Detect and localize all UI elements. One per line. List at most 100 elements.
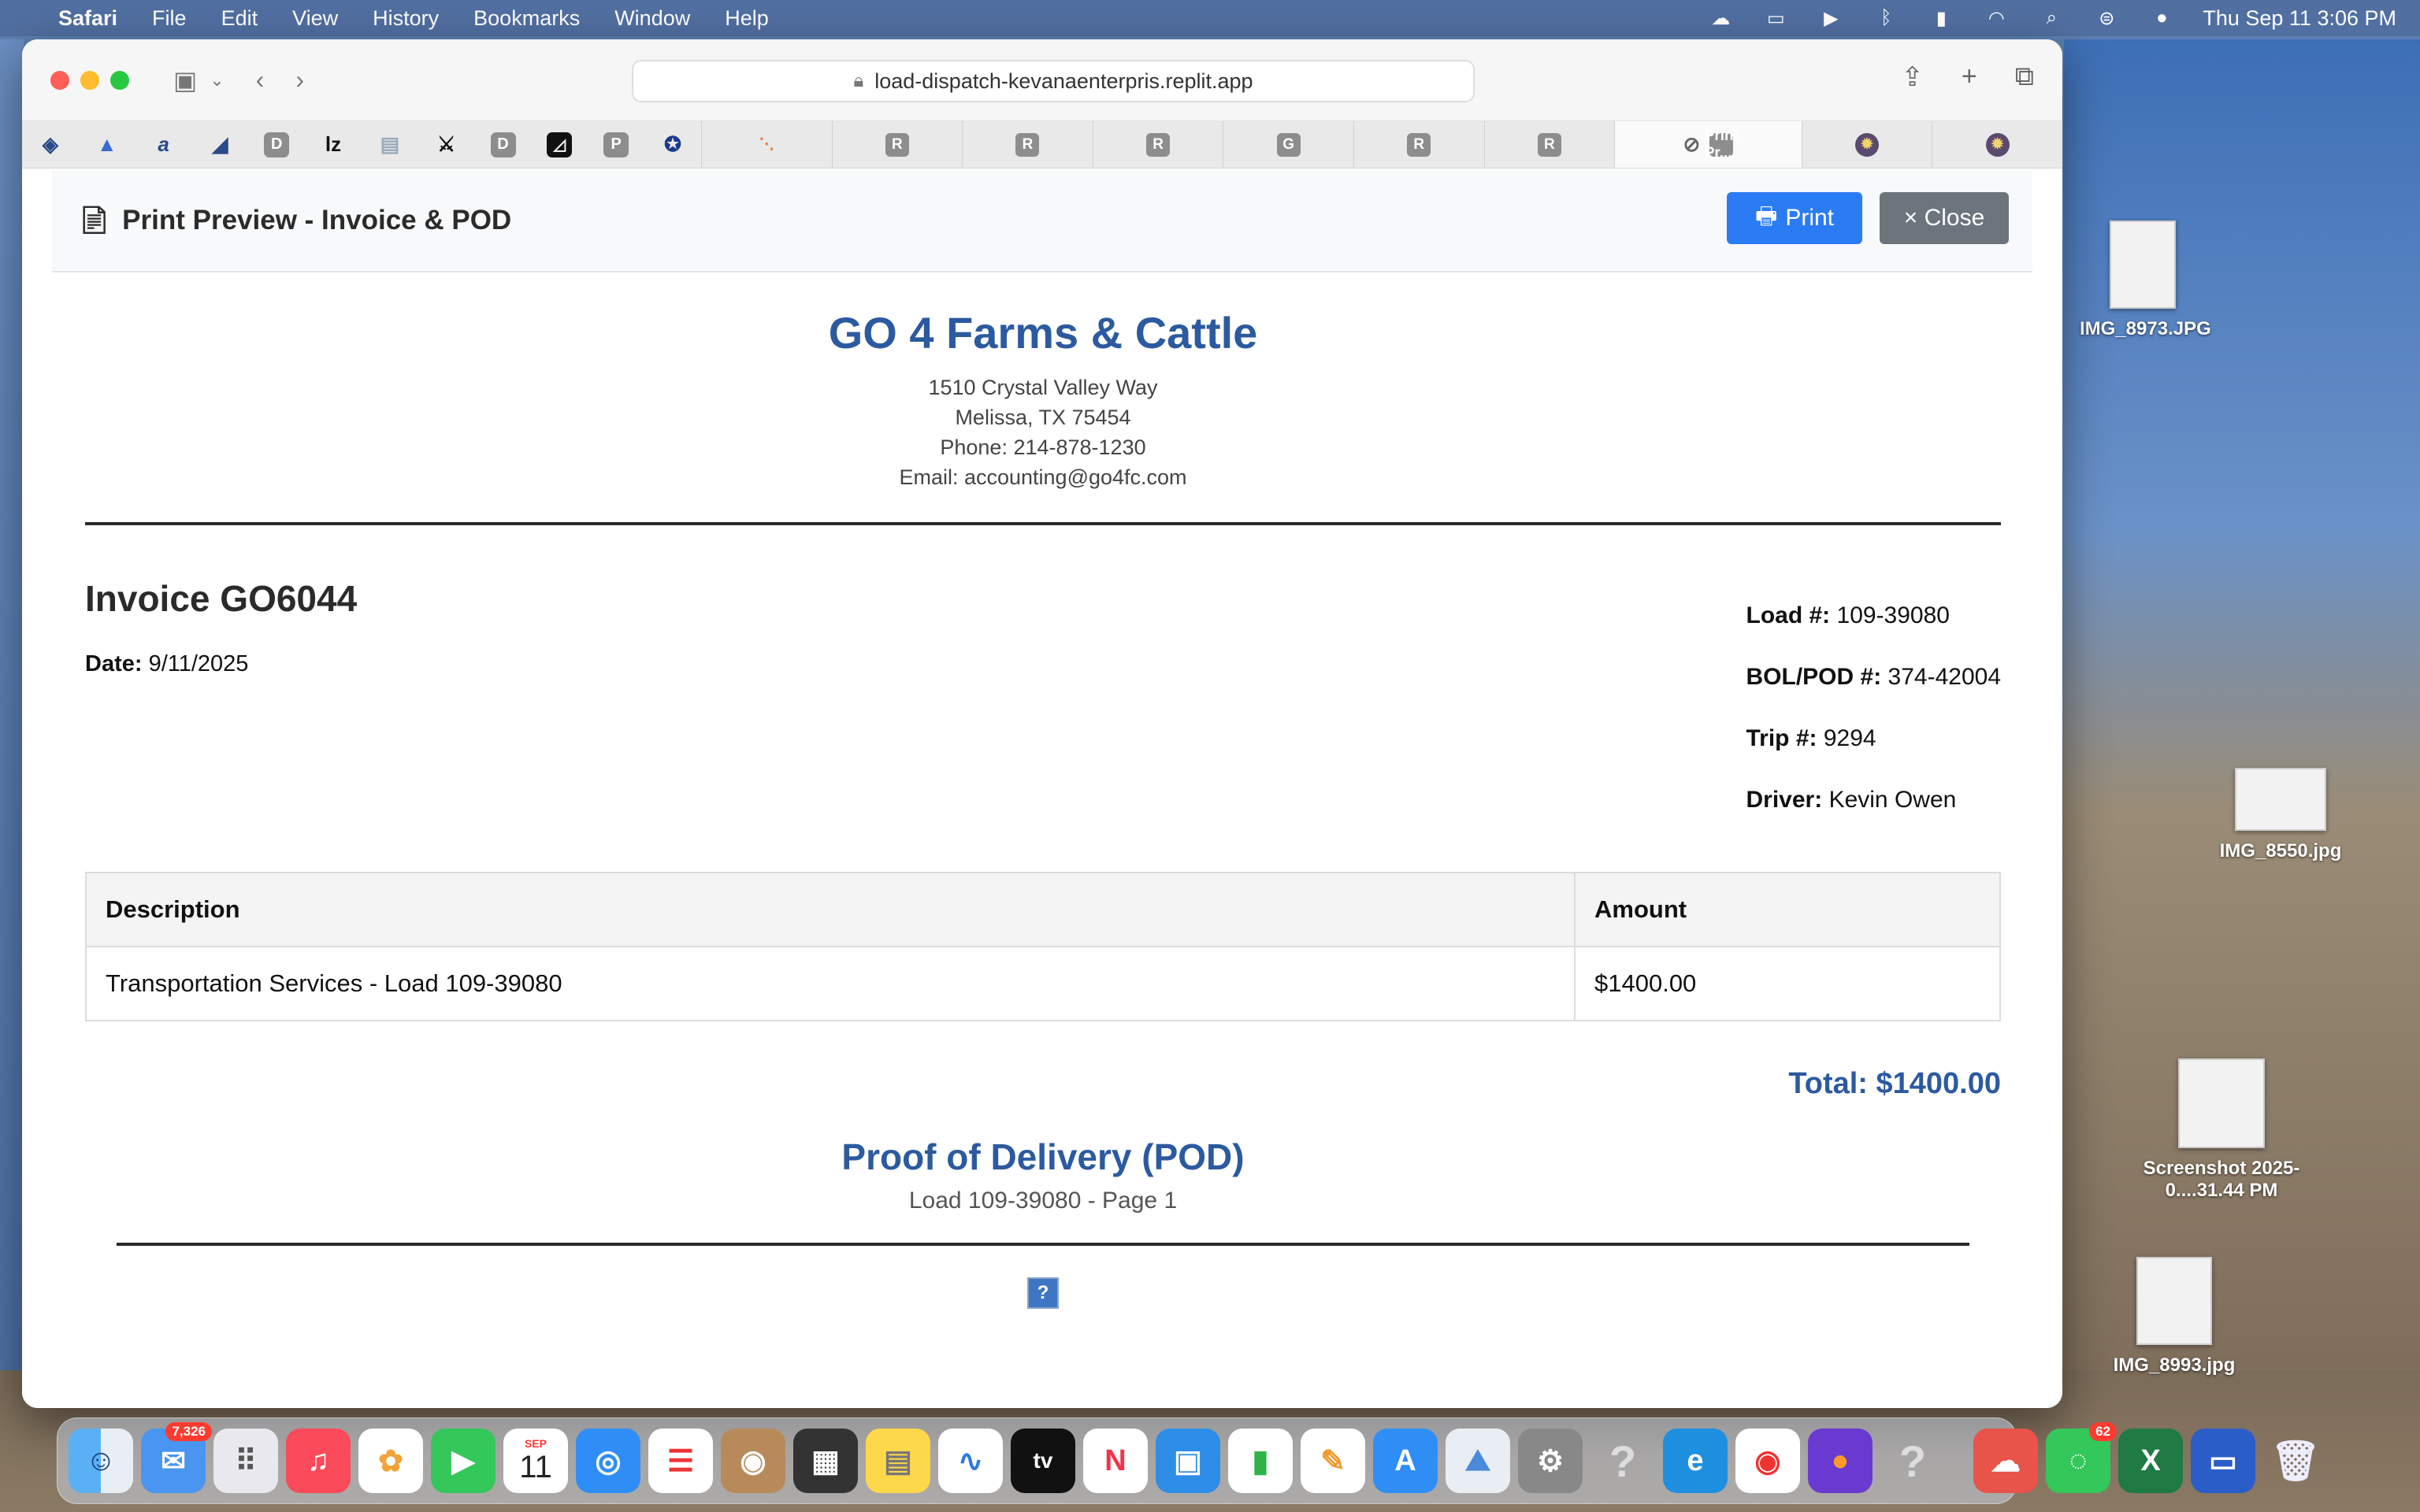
trash-icon[interactable]: 🗑︎ (2263, 1429, 2328, 1493)
contacts-icon[interactable]: ◉ (721, 1429, 785, 1493)
lock-icon: 🔒︎ (853, 70, 864, 91)
menu-view[interactable]: View (292, 6, 338, 31)
finder-icon[interactable]: ☺ (69, 1429, 133, 1493)
browser-tab[interactable]: R (1092, 121, 1223, 168)
favorite-item[interactable]: ⚔ (418, 121, 475, 168)
favorite-item[interactable]: ◈ (22, 121, 79, 168)
unknown-app-icon[interactable]: ? (1880, 1429, 1945, 1493)
icloud-icon[interactable]: ☁ (1706, 8, 1735, 29)
edge-icon[interactable]: e (1663, 1429, 1728, 1493)
desktop-file-icon[interactable]: Screenshot 2025-0....31.44 PM (2127, 1058, 2316, 1202)
printer-icon[interactable]: ▭ (2191, 1429, 2255, 1493)
safari-icon[interactable]: ◎ (576, 1429, 640, 1493)
toolbar-actions: ⇪ + ⧉ (1901, 61, 2034, 93)
forward-icon[interactable]: › (295, 65, 304, 94)
excel-icon[interactable]: X (2118, 1429, 2183, 1493)
photos-icon[interactable]: ✿ (358, 1429, 423, 1493)
battery-icon[interactable]: ▮ (1927, 8, 1955, 29)
menu-bookmarks[interactable]: Bookmarks (473, 6, 580, 31)
system-settings-icon[interactable]: ⚙ (1518, 1429, 1583, 1493)
apple-tv-icon[interactable]: tv (1011, 1429, 1075, 1493)
browser-tab[interactable]: R (1483, 121, 1615, 168)
zoom-window-button[interactable] (110, 70, 129, 90)
tab-overview-icon[interactable]: ⧉ (2015, 61, 2034, 93)
freeform-icon[interactable]: ∿ (938, 1429, 1003, 1493)
pages-icon[interactable]: ✎ (1301, 1429, 1365, 1493)
music-icon[interactable]: ♫ (286, 1429, 351, 1493)
invoice-table: Description Amount Transportation Servic… (85, 872, 2001, 1021)
spotlight-search-icon[interactable]: ⌕ (2037, 7, 2066, 28)
browser-tab[interactable]: G (1223, 121, 1353, 168)
play-status-icon[interactable]: ▶ (1817, 8, 1845, 29)
favorite-item[interactable]: ◿ (531, 121, 588, 168)
favorite-item[interactable]: ▲ (79, 121, 135, 168)
facetime-icon[interactable]: ▶ (431, 1429, 496, 1493)
load-value: 109-39080 (1836, 602, 1950, 628)
calculator-icon[interactable]: ▦ (793, 1429, 858, 1493)
numbers-icon[interactable]: ▮ (1228, 1429, 1293, 1493)
back-icon[interactable]: ‹ (256, 65, 265, 94)
keynote-icon[interactable]: ▣ (1156, 1429, 1220, 1493)
browser-tab[interactable]: ✹ (1932, 121, 2062, 168)
new-tab-icon[interactable]: + (1962, 61, 1977, 93)
app-store-icon[interactable]: A (1373, 1429, 1438, 1493)
invoice-title: Invoice GO6044 (85, 578, 358, 619)
reminders-icon[interactable]: ☰ (648, 1429, 713, 1493)
browser-tab[interactable]: R (831, 121, 963, 168)
browser-tab[interactable]: ✹ (1801, 121, 1932, 168)
bluetooth-icon[interactable]: ᛒ (1872, 7, 1900, 28)
address-bar[interactable]: 🔒︎ load-dispatch-kevanaenterpris.replit.… (632, 60, 1475, 102)
launchpad-icon[interactable]: ⠿ (213, 1429, 278, 1493)
printer-status-icon[interactable]: ▭ (1761, 8, 1790, 29)
favorite-item[interactable]: ✪ (644, 121, 701, 168)
favorite-item[interactable]: a (135, 121, 192, 168)
favorite-item[interactable]: ◢ (191, 121, 248, 168)
driver-value: Kevin Owen (1828, 787, 1957, 813)
calendar-icon[interactable]: SEP 11 (503, 1429, 568, 1493)
desktop-file-icon[interactable]: IMG_8973.JPG (2080, 220, 2211, 340)
menu-history[interactable]: History (373, 6, 439, 31)
share-icon[interactable]: ⇪ (1901, 61, 1924, 93)
notes-icon[interactable]: ▤ (866, 1429, 930, 1493)
messages-icon[interactable]: ◌ 62 (2046, 1422, 2117, 1493)
tab-favicon: G (1276, 132, 1301, 157)
menu-file[interactable]: File (152, 6, 187, 31)
minimize-window-button[interactable] (80, 70, 99, 90)
wifi-icon[interactable]: ◠ (1982, 8, 2010, 29)
sidebar-icon[interactable]: ▣ (173, 65, 197, 95)
desktop-file-icon[interactable]: IMG_8550.jpg (2214, 768, 2348, 862)
control-center-icon[interactable]: ⊜ (2092, 8, 2121, 29)
siri-icon[interactable]: ● (2147, 7, 2176, 28)
favorite-item[interactable]: D (475, 121, 532, 168)
browser-tab[interactable]: ⋱ (700, 121, 832, 168)
favorite-item[interactable]: P (588, 121, 644, 168)
news-icon[interactable]: N (1083, 1429, 1148, 1493)
preview-icon[interactable]: ⛰ (1446, 1429, 1510, 1493)
browser-tab[interactable]: R (962, 121, 1093, 168)
firefox-icon[interactable]: ● (1808, 1429, 1873, 1493)
favorite-item[interactable]: lz (305, 121, 362, 168)
trip-number: Trip #: 9294 (1746, 725, 2002, 752)
browser-tab[interactable]: R (1353, 121, 1484, 168)
chrome-icon[interactable]: ◉ (1735, 1429, 1800, 1493)
mail-icon[interactable]: ✉ 7,326 (141, 1422, 212, 1493)
chevron-down-icon[interactable]: ⌄ (210, 70, 224, 91)
unknown-app-icon[interactable]: ? (1590, 1429, 1655, 1493)
dock: ☺ ✉ 7,326 ⠿ ♫ ✿ ▶ SEP 11 ◎ ☰ ◉ ▦ ▤ ∿ tv N… (57, 1418, 2321, 1504)
cloud-upload-icon[interactable]: ☁ (1973, 1429, 2038, 1493)
desktop-file-icon[interactable]: IMG_8993.jpg (2103, 1257, 2245, 1377)
menu-help[interactable]: Help (725, 6, 769, 31)
table-row: Transportation Services - Load 109-39080… (85, 946, 2001, 1021)
close-button[interactable]: × Close (1880, 192, 2009, 244)
file-thumbnail (2235, 768, 2326, 831)
favorite-item[interactable]: D (248, 121, 305, 168)
favorite-item[interactable]: ▤ (362, 121, 418, 168)
menu-window[interactable]: Window (614, 6, 690, 31)
close-window-button[interactable] (50, 70, 69, 90)
app-menu[interactable]: Safari (58, 6, 117, 31)
menu-edit[interactable]: Edit (221, 6, 258, 31)
print-button[interactable]: 🖶 Print (1727, 192, 1862, 244)
active-browser-tab[interactable]: ⊘ Print Pr... (1614, 121, 1802, 168)
tab-favicon: R (1407, 132, 1431, 157)
menubar-clock[interactable]: Thu Sep 11 3:06 PM (2203, 6, 2396, 31)
